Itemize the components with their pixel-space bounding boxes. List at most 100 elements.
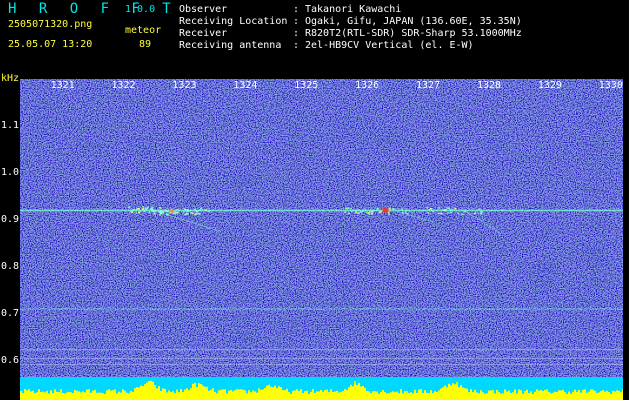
level-bar (86, 389, 88, 400)
level-bar (188, 390, 190, 400)
echo-point (142, 208, 144, 210)
level-bar (520, 390, 522, 400)
echo-point (151, 208, 154, 210)
level-bar (400, 389, 402, 400)
level-bar (202, 385, 204, 400)
level-bar (64, 393, 66, 400)
level-bar (580, 392, 582, 400)
level-bar (68, 391, 70, 400)
level-bar (424, 390, 426, 400)
level-bar (268, 384, 270, 400)
level-bar (556, 392, 558, 400)
level-bar (162, 388, 164, 400)
level-bar (20, 391, 22, 400)
level-bar (344, 389, 346, 400)
echo-point (480, 210, 483, 213)
level-bar (60, 389, 62, 400)
level-bar (564, 392, 566, 400)
echo-point (345, 207, 348, 209)
echo-point (442, 209, 445, 211)
level-bar (494, 393, 496, 400)
level-bar (196, 387, 198, 400)
level-bar (262, 389, 264, 400)
level-bar (212, 388, 214, 400)
level-bar (438, 390, 440, 400)
level-bar (468, 392, 470, 400)
level-bar (232, 391, 234, 400)
echo-point (198, 213, 201, 215)
level-bar (254, 391, 256, 400)
level-bar (58, 392, 60, 400)
level-bar (204, 386, 206, 400)
level-bar (420, 389, 422, 400)
info-key-location: Receiving Location (179, 16, 288, 27)
level-bar (54, 389, 56, 400)
level-bar (534, 391, 536, 400)
level-bar (46, 390, 48, 400)
level-bar (446, 387, 448, 400)
level-bar (388, 393, 390, 400)
level-bar (334, 391, 336, 400)
x-tick-label: 1327 (416, 80, 441, 91)
level-bar (428, 393, 430, 400)
level-bar (434, 391, 436, 400)
level-bar (266, 385, 268, 400)
echo-point (139, 210, 142, 212)
echo-point (151, 206, 154, 208)
level-bar (76, 390, 78, 400)
level-bar (144, 384, 146, 400)
level-bar (80, 392, 82, 400)
level-bar (308, 394, 310, 400)
level-bar (236, 389, 238, 400)
level-bar (138, 387, 140, 400)
level-bar (492, 389, 494, 400)
level-bar (426, 392, 428, 400)
level-bar (372, 391, 374, 400)
echo-point (378, 211, 381, 214)
echo-point (200, 207, 202, 210)
echo-point (347, 207, 350, 209)
level-bar (522, 393, 524, 400)
echo-point (474, 212, 477, 215)
level-bar (24, 389, 26, 400)
level-bar (464, 388, 466, 400)
level-bar (500, 393, 502, 400)
y-axis-unit: kHz (1, 73, 20, 84)
level-bar (490, 390, 492, 400)
info-sep: : (293, 4, 300, 15)
level-bar (560, 390, 562, 400)
echo-point (155, 209, 158, 212)
level-bar (126, 392, 128, 400)
level-bar (128, 393, 130, 400)
level-bar (472, 392, 474, 400)
echo-point (158, 206, 161, 209)
level-bar (276, 388, 278, 400)
level-bar (42, 391, 44, 400)
info-value-location: Ogaki, Gifu, JAPAN (136.60E, 35.35N) (305, 16, 522, 27)
level-bar (462, 387, 464, 400)
level-bar (238, 389, 240, 400)
level-bar (230, 390, 232, 400)
echo-point (360, 210, 362, 213)
level-bar (418, 389, 420, 400)
level-bar (246, 393, 248, 400)
echo-point (135, 208, 138, 211)
level-bar (594, 390, 596, 400)
level-bar (118, 391, 120, 400)
level-bar (142, 386, 144, 400)
echo-point (392, 207, 395, 210)
level-bar (272, 387, 274, 400)
level-bar (548, 391, 550, 400)
info-value-receiver: R820T2(RTL-SDR) SDR-Sharp 53.1000MHz (305, 28, 522, 39)
level-bar (450, 385, 452, 400)
echo-point (357, 212, 360, 215)
level-bar (88, 389, 90, 400)
level-bar (476, 392, 478, 400)
noise-streaks (20, 79, 623, 377)
level-bar (148, 381, 150, 400)
level-bar (430, 390, 432, 400)
level-bar (298, 391, 300, 400)
x-tick-label: 1325 (294, 80, 319, 91)
level-bar (496, 389, 498, 400)
level-bar (270, 386, 272, 400)
